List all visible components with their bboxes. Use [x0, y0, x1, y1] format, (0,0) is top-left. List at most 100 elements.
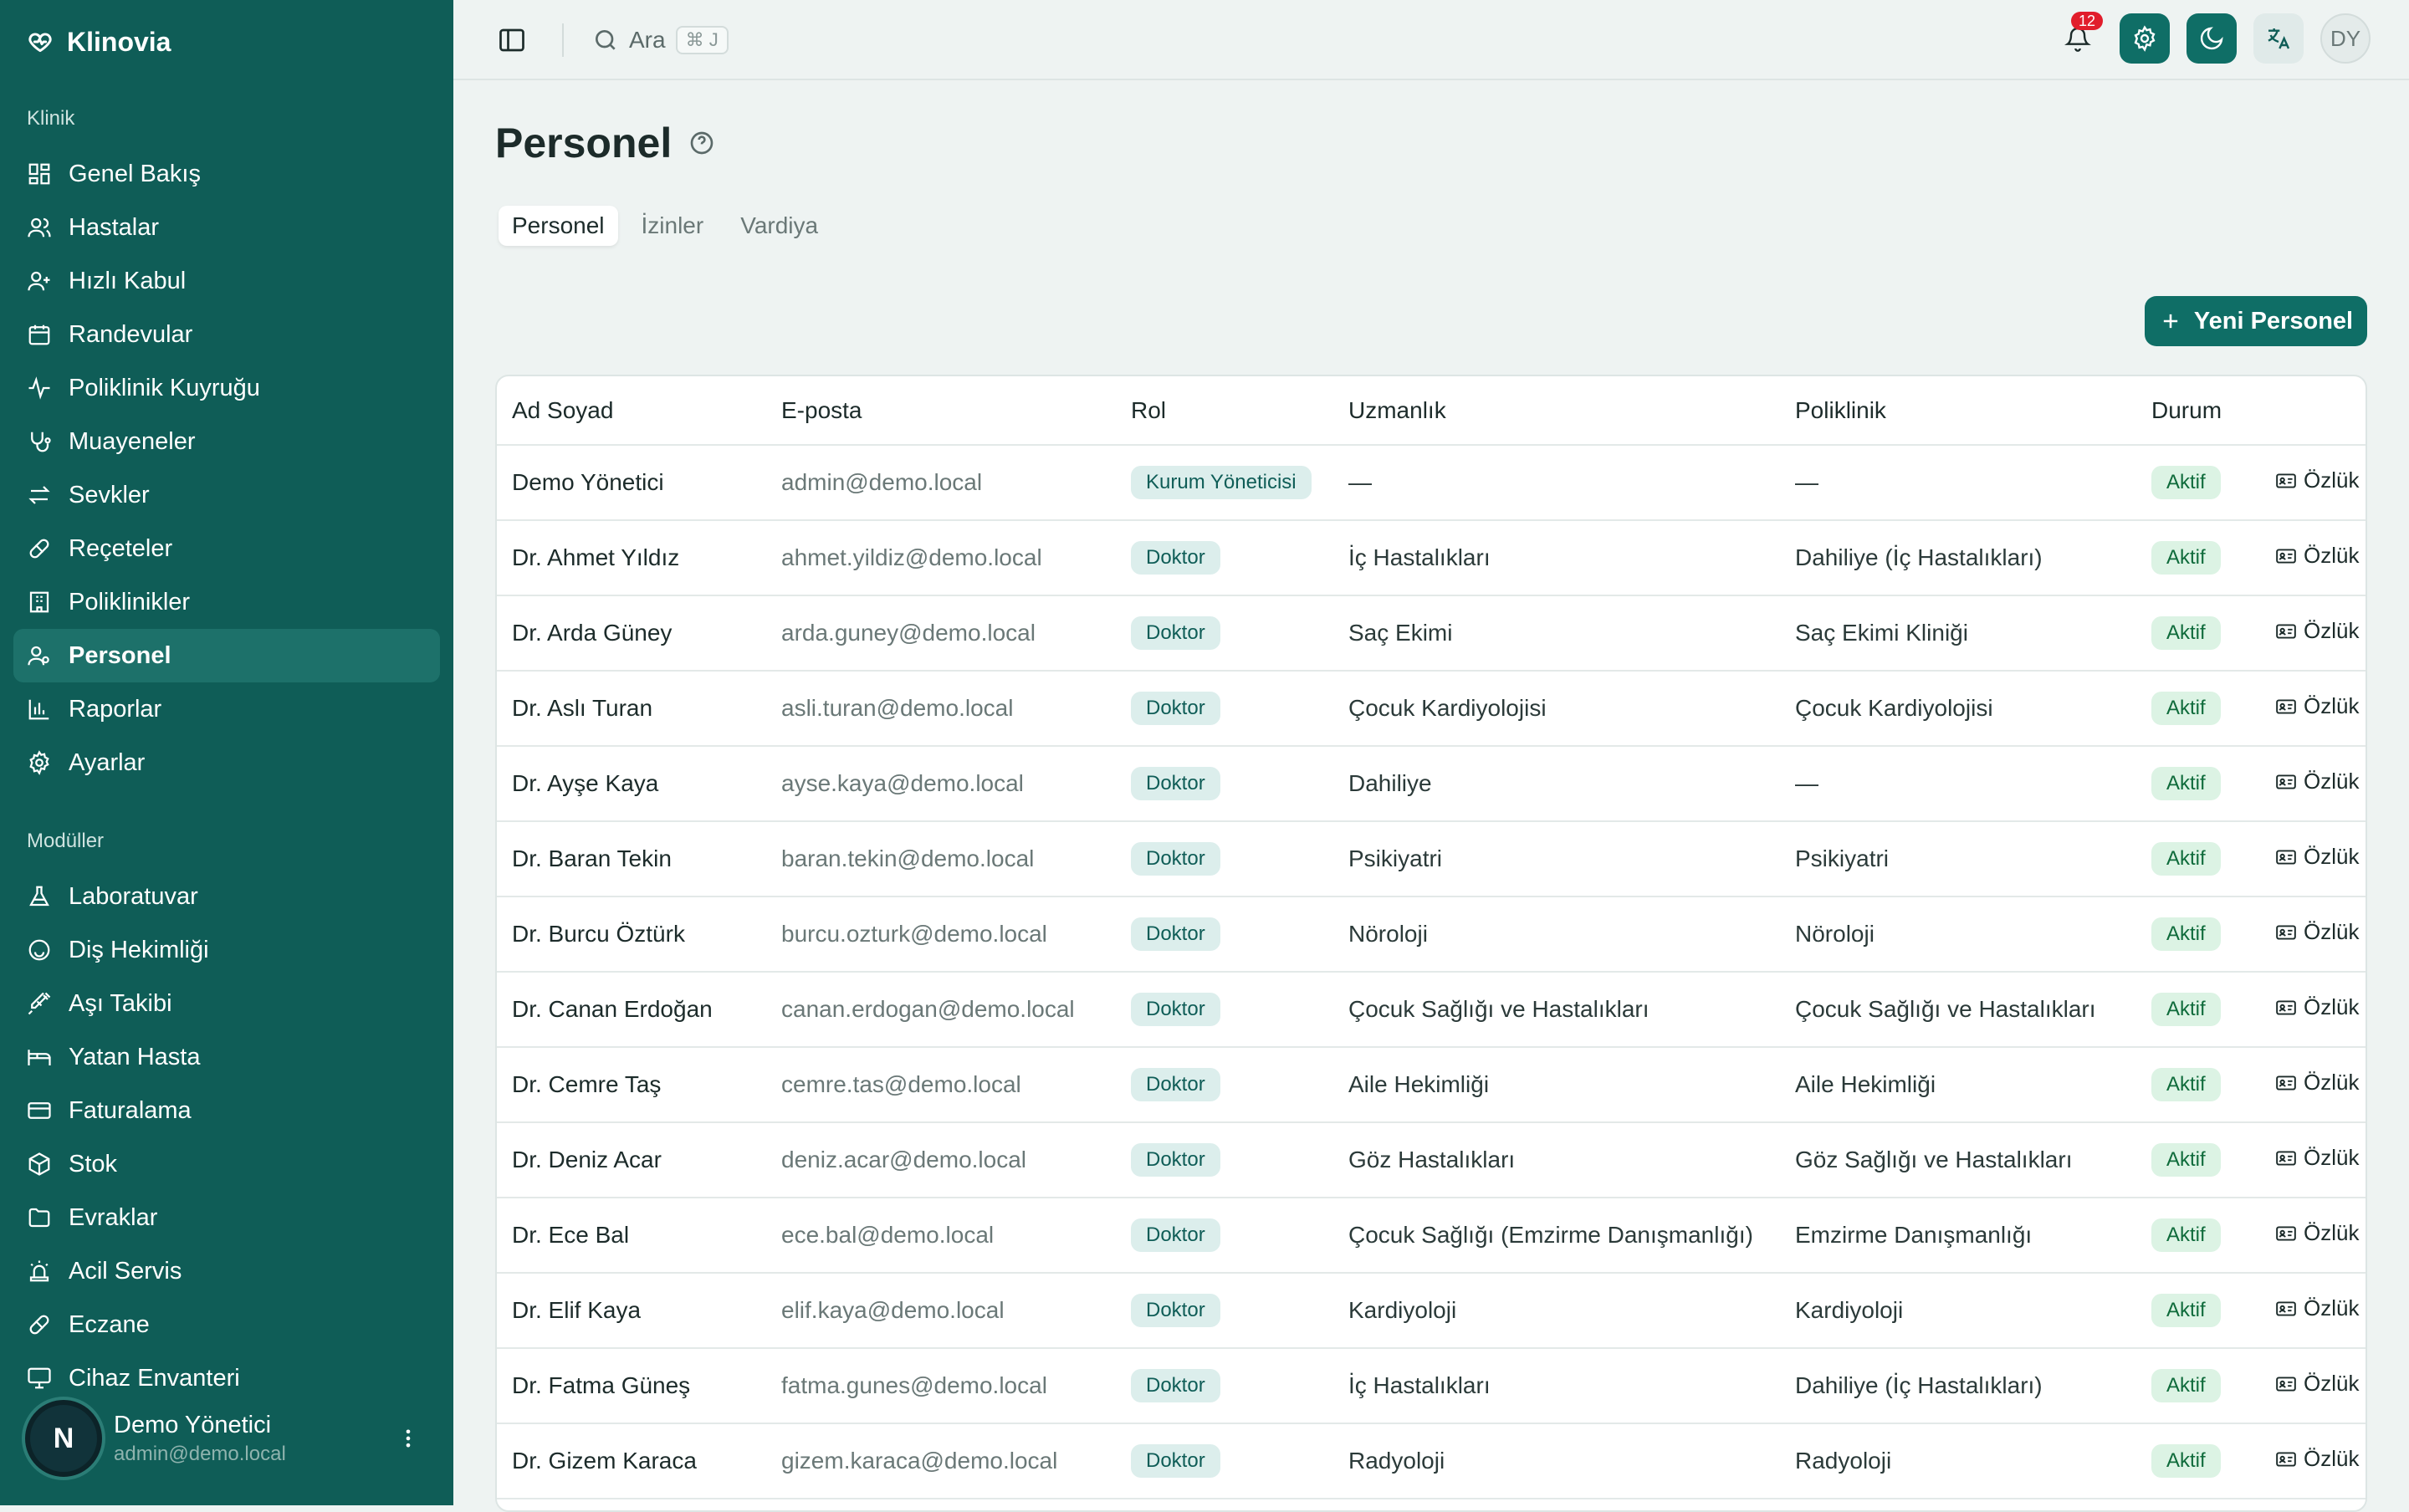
notifications-button[interactable]: 12: [2053, 12, 2103, 64]
table-row[interactable]: Dr. Ayşe Kaya ayse.kaya@demo.local Doktor D…: [497, 746, 2366, 821]
language-button[interactable]: [2253, 13, 2304, 64]
id-card-icon: [2276, 1377, 2296, 1392]
table-row[interactable]: Dr. Fatma Güneş fatma.gunes@demo.local Dok…: [497, 1348, 2366, 1423]
folder-icon: [28, 1208, 50, 1228]
cell-email: cemre.tas@demo.local: [781, 1071, 1021, 1097]
column-header-role[interactable]: Rol: [1116, 376, 1333, 446]
flask-icon: [29, 886, 49, 907]
personnel-file-button[interactable]: Özlük: [2275, 844, 2359, 870]
sidebar-item-faturalama[interactable]: Faturalama: [13, 1084, 440, 1137]
stethoscope-icon: [31, 432, 51, 452]
search-trigger[interactable]: Ara ⌘ J: [592, 22, 729, 59]
table-row[interactable]: Dr. Ahmet Yıldız ahmet.yildiz@demo.local D…: [497, 520, 2366, 595]
user-avatar-button[interactable]: DY: [2320, 13, 2371, 64]
personnel-file-button[interactable]: Özlük: [2275, 1145, 2359, 1171]
cell-role: Doktor: [1116, 1423, 1333, 1499]
cell-status: Aktif: [2136, 445, 2260, 520]
modules-nav: Laboratuvar Diş Hekimliği Aşı Takibi Yat…: [13, 870, 440, 1405]
personnel-file-button[interactable]: Özlük: [2275, 618, 2359, 644]
column-header-specialty[interactable]: Uzmanlık: [1333, 376, 1780, 446]
table-row[interactable]: Dr. Canan Erdoğan canan.erdogan@demo.loca…: [497, 972, 2366, 1047]
cell-name: Dr. Arda Güney: [512, 620, 673, 646]
sidebar-item-personel[interactable]: Personel: [13, 629, 440, 682]
cell-specialty: Psikiyatri: [1348, 845, 1443, 871]
cell-clinic: Dahiliye (İç Hastalıkları): [1795, 1372, 2043, 1398]
status-badge: Aktif: [2151, 767, 2221, 800]
sidebar-user[interactable]: N Demo Yönetici admin@demo.local: [25, 1398, 428, 1479]
personnel-file-button[interactable]: Özlük: [2275, 1295, 2359, 1321]
sidebar-item-eczane[interactable]: Eczane: [13, 1298, 440, 1351]
table-row[interactable]: Dr. Burcu Öztürk burcu.ozturk@demo.local D…: [497, 896, 2366, 972]
cell-email: ece.bal@demo.local: [781, 1222, 995, 1248]
sidebar-item-poliklinikler[interactable]: Poliklinikler: [13, 575, 440, 629]
sidebar-item-hizli-kabul[interactable]: Hızlı Kabul: [13, 254, 440, 308]
sidebar-item-muayeneler[interactable]: Muayeneler: [13, 415, 440, 468]
personnel-file-button[interactable]: Özlük: [2275, 1446, 2359, 1472]
column-header-name[interactable]: Ad Soyad: [497, 376, 766, 446]
personnel-file-button[interactable]: Özlük: [2275, 994, 2359, 1020]
table-row[interactable]: Demo Yönetici admin@demo.local Kurum Yönet…: [497, 445, 2366, 520]
id-card-icon: [2276, 699, 2296, 714]
tab-personel[interactable]: Personel: [499, 206, 618, 246]
personnel-file-button[interactable]: Özlük: [2275, 769, 2359, 794]
sidebar-item-receteler[interactable]: Reçeteler: [13, 522, 440, 575]
theme-toggle-button[interactable]: [2187, 13, 2237, 64]
more-vertical-icon[interactable]: [396, 1427, 420, 1450]
table-row[interactable]: Dr. Gizem Karaca gizem.karaca@demo.local D…: [497, 1423, 2366, 1499]
sidebar-item-randevular[interactable]: Randevular: [13, 308, 440, 361]
sidebar-item-ayarlar[interactable]: Ayarlar: [13, 736, 440, 789]
sidebar-item-stok[interactable]: Stok: [13, 1137, 440, 1191]
sidebar-item-raporlar[interactable]: Raporlar: [13, 682, 440, 736]
table-row[interactable]: Dr. Deniz Acar deniz.acar@demo.local Dokto…: [497, 1122, 2366, 1198]
table-row[interactable]: Dr. Aslı Turan asli.turan@demo.local Dokto…: [497, 671, 2366, 746]
gear-icon: [2134, 25, 2156, 52]
personnel-file-button[interactable]: Özlük: [2275, 919, 2359, 945]
sidebar-item-sevkler[interactable]: Sevkler: [13, 468, 440, 522]
sidebar-toggle-icon[interactable]: [497, 25, 527, 55]
personnel-file-button[interactable]: Özlük: [2275, 543, 2359, 569]
table-row[interactable]: Dr. Cemre Taş cemre.tas@demo.local Doktor A…: [497, 1047, 2366, 1122]
sidebar-item-evraklar[interactable]: Evraklar: [13, 1191, 440, 1244]
cell-clinic: Psikiyatri: [1795, 845, 1890, 871]
table-row[interactable]: Dr. Baran Tekin baran.tekin@demo.local Dok…: [497, 821, 2366, 896]
column-header-email[interactable]: E-posta: [766, 376, 1116, 446]
help-circle-icon[interactable]: [688, 130, 715, 156]
cell-specialty: Dahiliye: [1348, 770, 1432, 796]
table-row[interactable]: Dr. Arda Güney arda.guney@demo.local Dokto…: [497, 595, 2366, 671]
search-icon: [596, 30, 616, 50]
personnel-file-button[interactable]: Özlük: [2275, 467, 2359, 493]
cell-role: Kurum Yöneticisi: [1116, 445, 1333, 520]
cell-role: Doktor: [1116, 1273, 1333, 1348]
column-header-clinic[interactable]: Poliklinik: [1780, 376, 2136, 446]
sidebar-item-dis-hekimligi[interactable]: Diş Hekimliği: [13, 923, 440, 977]
sidebar-item-genel-bakis[interactable]: Genel Bakış: [13, 147, 440, 201]
avatar[interactable]: N: [25, 1400, 102, 1477]
sidebar-item-label: Hızlı Kabul: [69, 267, 187, 294]
sidebar-item-yatan-hasta[interactable]: Yatan Hasta: [13, 1030, 440, 1084]
column-header-status[interactable]: Durum: [2136, 376, 2260, 446]
tab-vardiya[interactable]: Vardiya: [727, 206, 831, 246]
new-staff-button[interactable]: Yeni Personel: [2145, 296, 2367, 346]
sidebar-item-asi-takibi[interactable]: Aşı Takibi: [13, 977, 440, 1030]
personnel-file-button[interactable]: Özlük: [2275, 693, 2359, 719]
status-badge: Aktif: [2151, 1369, 2221, 1402]
sidebar-item-acil-servis[interactable]: Acil Servis: [13, 1244, 440, 1298]
brand-logo[interactable]: Klinovia: [27, 25, 171, 59]
personnel-file-button[interactable]: Özlük: [2275, 1220, 2359, 1246]
status-badge: Aktif: [2151, 1294, 2221, 1327]
sidebar-item-cihaz-envanteri[interactable]: Cihaz Envanteri: [13, 1351, 440, 1405]
personnel-file-button[interactable]: Özlük: [2275, 1070, 2359, 1096]
tab-izinler[interactable]: İzinler: [628, 206, 718, 246]
table-row[interactable]: Dr. Ece Bal ece.bal@demo.local Doktor Çocuk…: [497, 1198, 2366, 1273]
role-badge: Doktor: [1131, 767, 1220, 800]
cell-name: Demo Yönetici: [512, 469, 664, 495]
sidebar-item-poliklinik-kuyrugu[interactable]: Poliklinik Kuyruğu: [13, 361, 440, 415]
settings-button[interactable]: [2120, 13, 2170, 64]
sidebar-item-laboratuvar[interactable]: Laboratuvar: [13, 870, 440, 923]
table-row[interactable]: Dr. Elif Kaya elif.kaya@demo.local Doktor K…: [497, 1273, 2366, 1348]
personnel-file-button[interactable]: Özlük: [2275, 1371, 2359, 1397]
personnel-file-label: Özlük: [2304, 844, 2360, 870]
cell-email: admin@demo.local: [781, 469, 983, 495]
sidebar-item-hastalar[interactable]: Hastalar: [13, 201, 440, 254]
personnel-file-label: Özlük: [2304, 1371, 2360, 1397]
